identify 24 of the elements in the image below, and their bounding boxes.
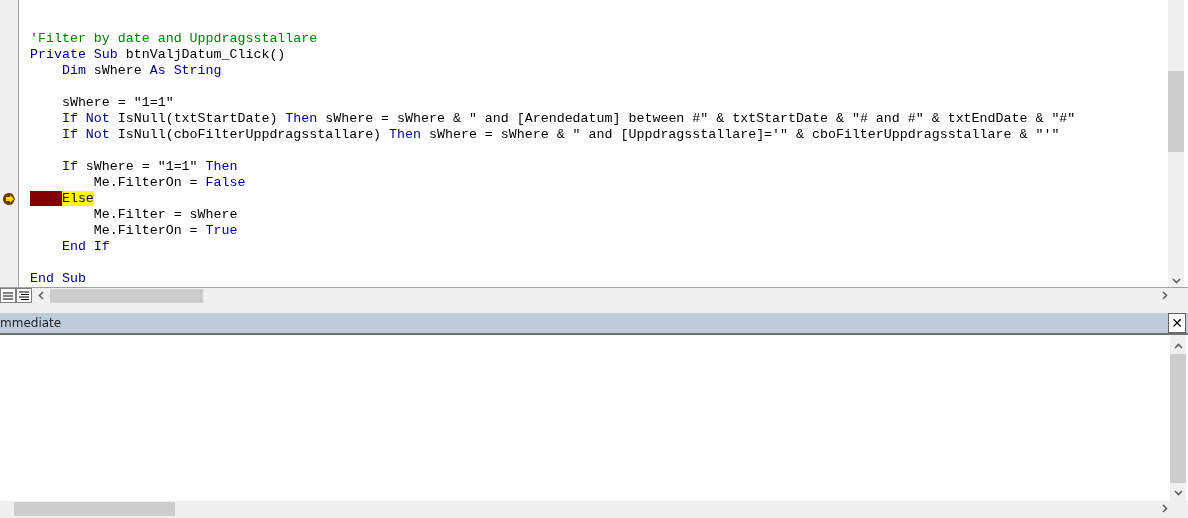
scrollbar-thumb[interactable]	[50, 288, 203, 303]
code-line: Dim sWhere As String	[60, 63, 223, 79]
code-line: Else	[30, 191, 1168, 207]
code-line: sWhere = "1=1"	[60, 95, 175, 111]
scrollbar-thumb[interactable]	[1170, 354, 1186, 483]
vertical-scrollbar[interactable]	[1170, 335, 1186, 501]
code-line: Me.FilterOn = True	[92, 223, 239, 239]
code-line: If sWhere = "1=1" Then	[60, 159, 239, 175]
scrollbar-thumb[interactable]	[14, 501, 175, 516]
code-line: End Sub	[30, 271, 87, 287]
code-line: If Not IsNull(txtStartDate) Then sWhere = sWhere & " and [Arendedatum] between #" & txtStartDate & "# and #" & txtEndDate & "#"	[60, 111, 1077, 127]
module-view-button[interactable]	[16, 288, 32, 303]
code-line: Me.FilterOn = False	[92, 175, 247, 191]
pane-title: mmediate	[0, 315, 62, 332]
vertical-scrollbar[interactable]	[1168, 0, 1184, 287]
code-line: Private Sub btnValjDatum_Click()	[30, 47, 287, 63]
code-line: If Not IsNull(cboFilterUppdragsstallare) Then sWhere = sWhere & " and [Uppdragsstallare]='" & cboFilterUppdragsstallare & "'"	[60, 127, 1061, 143]
close-button[interactable]: ✕	[1168, 313, 1186, 333]
code-line: End If	[60, 239, 111, 255]
scrollbar-thumb[interactable]	[1168, 71, 1184, 152]
execution-arrow-icon	[2, 193, 16, 205]
code-line: Me.Filter = sWhere	[92, 207, 239, 223]
procedure-view-button[interactable]	[0, 288, 16, 303]
code-line: 'Filter by date and Uppdragsstallare	[30, 31, 319, 47]
